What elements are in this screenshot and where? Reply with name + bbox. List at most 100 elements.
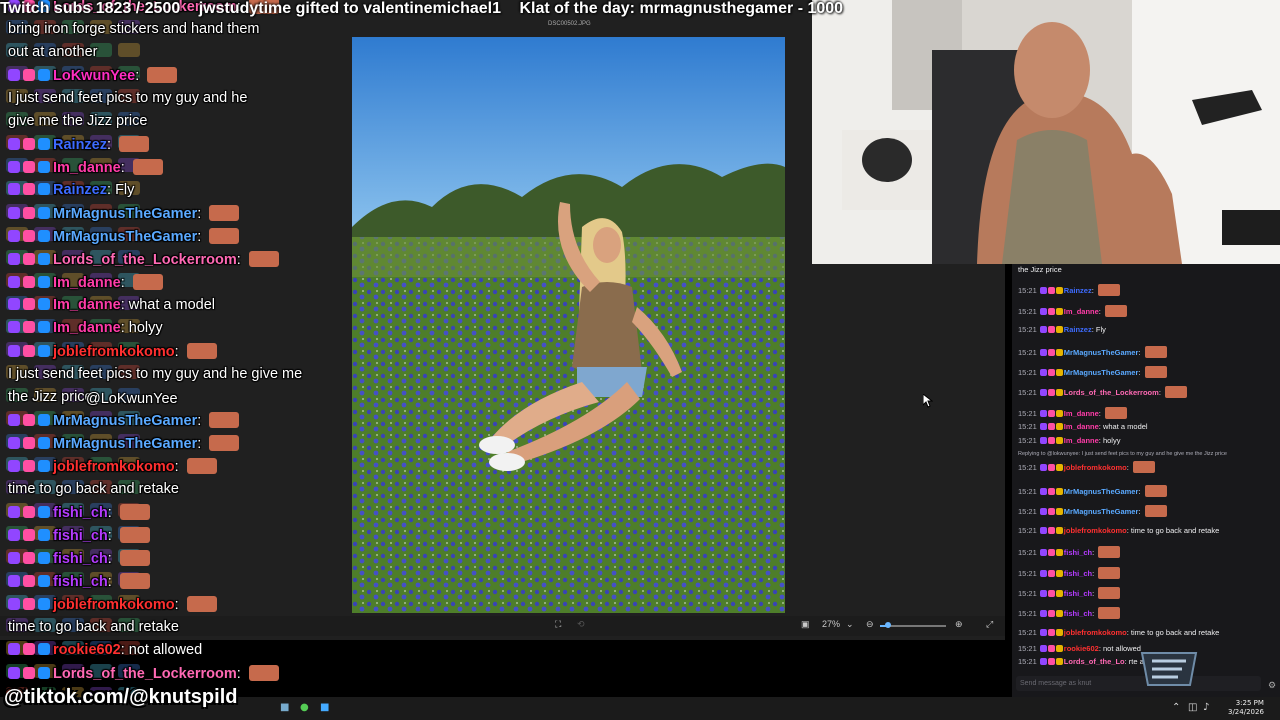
chat-timestamp: 15:21: [1018, 388, 1037, 397]
chat-timestamp: 15:21: [1018, 325, 1037, 334]
chat-username[interactable]: Im_danne: [1064, 307, 1099, 316]
whatsapp-icon[interactable]: ●: [300, 702, 309, 713]
crop-icon[interactable]: ⛶: [555, 619, 561, 630]
chat-badge-icon: [1055, 423, 1063, 430]
chat-message: 15:21 MrMagnusTheGamer:: [1018, 485, 1167, 497]
chat-message: 15:21 joblefromkokomo: time to go back an…: [1018, 526, 1219, 535]
chat-text: Fly: [1095, 325, 1106, 334]
chat-timestamp: 15:21: [1018, 286, 1037, 295]
chat-username[interactable]: Im_danne: [1064, 409, 1099, 418]
chat-badge-icon: [1055, 629, 1063, 636]
chat-message: 15:21 Im_danne: holyy: [1018, 436, 1120, 445]
chat-badge-icon: [1039, 629, 1047, 636]
taskbar-clock[interactable]: 3:25 PM 3/24/2026: [1228, 699, 1264, 717]
chat-badge-icon: [8, 207, 20, 219]
overlay-chat-line: Lords_of_the_Lockerroom:: [8, 665, 279, 682]
rotate-icon[interactable]: ⟲: [577, 619, 585, 630]
chat-badge-icon: [1039, 389, 1047, 396]
chevron-down-icon[interactable]: ⌄: [846, 619, 854, 630]
emote-icon: [209, 435, 240, 451]
chat-username[interactable]: joblefromkokomo: [1064, 628, 1127, 637]
chat-username[interactable]: MrMagnusTheGamer: [1064, 487, 1139, 496]
chat-badge-icon: [1039, 658, 1047, 665]
zoom-slider[interactable]: [880, 622, 946, 628]
chat-timestamp: 15:21: [1018, 436, 1037, 445]
chat-badge-icon: [1055, 437, 1063, 444]
chat-username[interactable]: MrMagnusTheGamer: [1064, 507, 1139, 516]
chat-badge-icon: [8, 230, 20, 242]
chat-username[interactable]: Rainzez: [1064, 325, 1092, 334]
chat-username[interactable]: Rainzez: [1064, 286, 1092, 295]
emote-icon: [1098, 607, 1121, 619]
emote-icon: [1098, 567, 1121, 579]
chat-badge-icon: [38, 506, 50, 518]
tray-speaker-icon[interactable]: ♪: [1203, 702, 1209, 713]
taskbar-active-app-icon[interactable]: ■: [320, 702, 329, 713]
chat-badge-icon: [38, 253, 50, 265]
chat-badge-icon: [1047, 570, 1055, 577]
chat-badge-icon: [1039, 369, 1047, 376]
overlay-chat-username: fishi_ch: [53, 505, 108, 521]
overlay-chat-text: out at another: [8, 44, 98, 60]
chat-username[interactable]: joblefromkokomo: [1064, 463, 1127, 472]
overlay-chat-line: rookie602: not allowed: [8, 642, 202, 658]
chat-username[interactable]: fishi_ch: [1064, 609, 1092, 618]
overlay-chat-username: joblefromkokomo: [53, 597, 175, 613]
overlay-chat-line: fishi_ch:: [8, 504, 150, 521]
chat-badge-icon: [38, 321, 50, 333]
chat-colon: :: [1138, 507, 1143, 516]
chat-message: 15:21 fishi_ch:: [1018, 587, 1121, 599]
overlay-chat-line: Im_danne:: [8, 274, 163, 291]
chat-badge-icon: [38, 598, 50, 610]
chat-badge-icon: [23, 298, 35, 310]
zoom-out-icon[interactable]: ⊖: [866, 619, 874, 630]
overlay-chat-username: Im_danne: [53, 297, 121, 313]
overlay-chat-colon: :: [120, 160, 129, 176]
overlay-chat-username: MrMagnusTheGamer: [53, 436, 198, 452]
zoom-level[interactable]: 27%: [822, 619, 840, 629]
chat-username[interactable]: rookie602: [1064, 644, 1099, 653]
chat-badge-icon: [23, 230, 35, 242]
settings-gear-icon[interactable]: ⚙: [1268, 680, 1276, 691]
taskbar-app-icon[interactable]: ■: [280, 702, 289, 713]
chat-username[interactable]: joblefromkokomo: [1064, 526, 1127, 535]
chat-username[interactable]: fishi_ch: [1064, 548, 1092, 557]
overlay-chat-colon: :: [120, 275, 129, 291]
chat-badge-icon: [23, 575, 35, 587]
chat-badge-icon: [1047, 423, 1055, 430]
chat-colon: :: [1092, 569, 1097, 578]
chat-username[interactable]: Lords_of_the_Lo: [1064, 657, 1125, 666]
screenshot-icon[interactable]: ▣: [801, 619, 810, 630]
chat-badge-icon: [1039, 287, 1047, 294]
chat-username[interactable]: MrMagnusTheGamer: [1064, 348, 1139, 357]
chat-badge-icon: [8, 321, 20, 333]
chat-timestamp: 15:21: [1018, 589, 1037, 598]
chat-badge-icon: [38, 298, 50, 310]
zoom-in-icon[interactable]: ⊕: [955, 619, 963, 630]
chat-username[interactable]: MrMagnusTheGamer: [1064, 368, 1139, 377]
chat-badge-icon: [23, 506, 35, 518]
chat-badge-icon: [1039, 464, 1047, 471]
overlay-chat-text: time to go back and retake: [8, 619, 179, 635]
chat-message: 15:21 fishi_ch:: [1018, 607, 1121, 619]
chat-username[interactable]: Im_danne: [1064, 422, 1099, 431]
chat-timestamp: 15:21: [1018, 487, 1037, 496]
chat-timestamp: 15:21: [1018, 348, 1037, 357]
zoom-slider-thumb[interactable]: [884, 622, 891, 628]
emote-icon: [1144, 485, 1167, 497]
chat-username[interactable]: fishi_ch: [1064, 569, 1092, 578]
fullscreen-icon[interactable]: ⤢: [986, 619, 993, 630]
emote-icon: [1104, 305, 1127, 317]
chat-badge-icon: [23, 414, 35, 426]
overlay-chat-username: Lords_of_the_Lockerroom: [53, 666, 237, 682]
chat-badge-icon: [8, 643, 20, 655]
overlay-chat-line: Im_danne: what a model: [8, 297, 215, 313]
tray-chevron-icon[interactable]: ⌃: [1172, 702, 1180, 713]
chat-username[interactable]: fishi_ch: [1064, 589, 1092, 598]
chat-timestamp: 15:21: [1018, 507, 1037, 516]
emote-icon: [132, 274, 163, 290]
chat-username[interactable]: Lords_of_the_Lockerroom: [1064, 388, 1159, 397]
chat-username[interactable]: Im_danne: [1064, 436, 1099, 445]
overlay-chat-username: Rainzez: [53, 137, 107, 153]
tray-network-icon[interactable]: ◫: [1188, 702, 1197, 713]
